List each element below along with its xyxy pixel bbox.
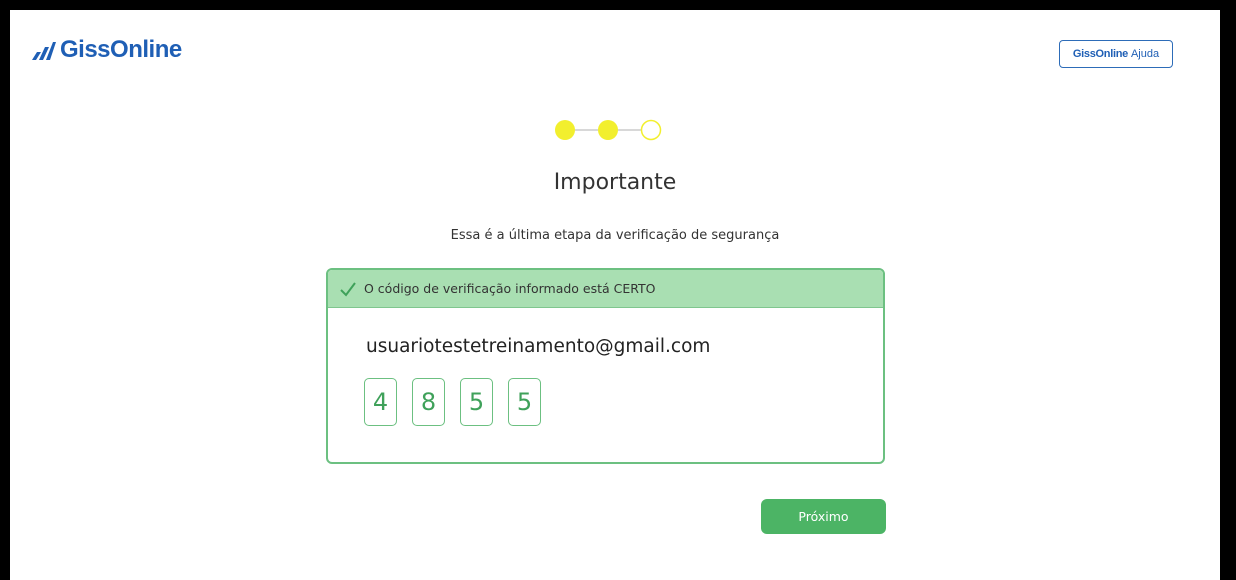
- code-digit-2[interactable]: 8: [412, 378, 445, 426]
- check-icon: [340, 281, 356, 297]
- help-button[interactable]: GissOnline Ajuda: [1059, 40, 1173, 68]
- verification-code: 4 8 5 5: [364, 378, 541, 426]
- page: GissOnline GissOnline Ajuda Importante E…: [10, 10, 1220, 580]
- logo-text: GissOnline: [60, 36, 182, 63]
- logo-bars-icon: [32, 42, 56, 60]
- stepper-step-1-complete: [555, 120, 575, 140]
- help-button-label: Ajuda: [1130, 48, 1160, 60]
- next-button[interactable]: Próximo: [761, 499, 886, 534]
- progress-stepper: [555, 119, 662, 141]
- stepper-step-3-pending: [640, 119, 662, 141]
- page-title: Importante: [553, 170, 677, 195]
- success-banner: O código de verificação informado está C…: [328, 270, 883, 308]
- code-digit-1[interactable]: 4: [364, 378, 397, 426]
- verification-card: O código de verificação informado está C…: [326, 268, 885, 464]
- gissonline-logo[interactable]: GissOnline: [32, 36, 182, 64]
- help-button-brand: GissOnline: [1072, 48, 1128, 60]
- code-digit-4[interactable]: 5: [508, 378, 541, 426]
- user-email: usuariotestetreinamento@gmail.com: [366, 336, 711, 357]
- code-digit-3[interactable]: 5: [460, 378, 493, 426]
- success-message: O código de verificação informado está C…: [364, 281, 656, 296]
- page-subtitle: Essa é a última etapa da verificação de …: [450, 228, 780, 243]
- stepper-step-2-complete: [598, 120, 618, 140]
